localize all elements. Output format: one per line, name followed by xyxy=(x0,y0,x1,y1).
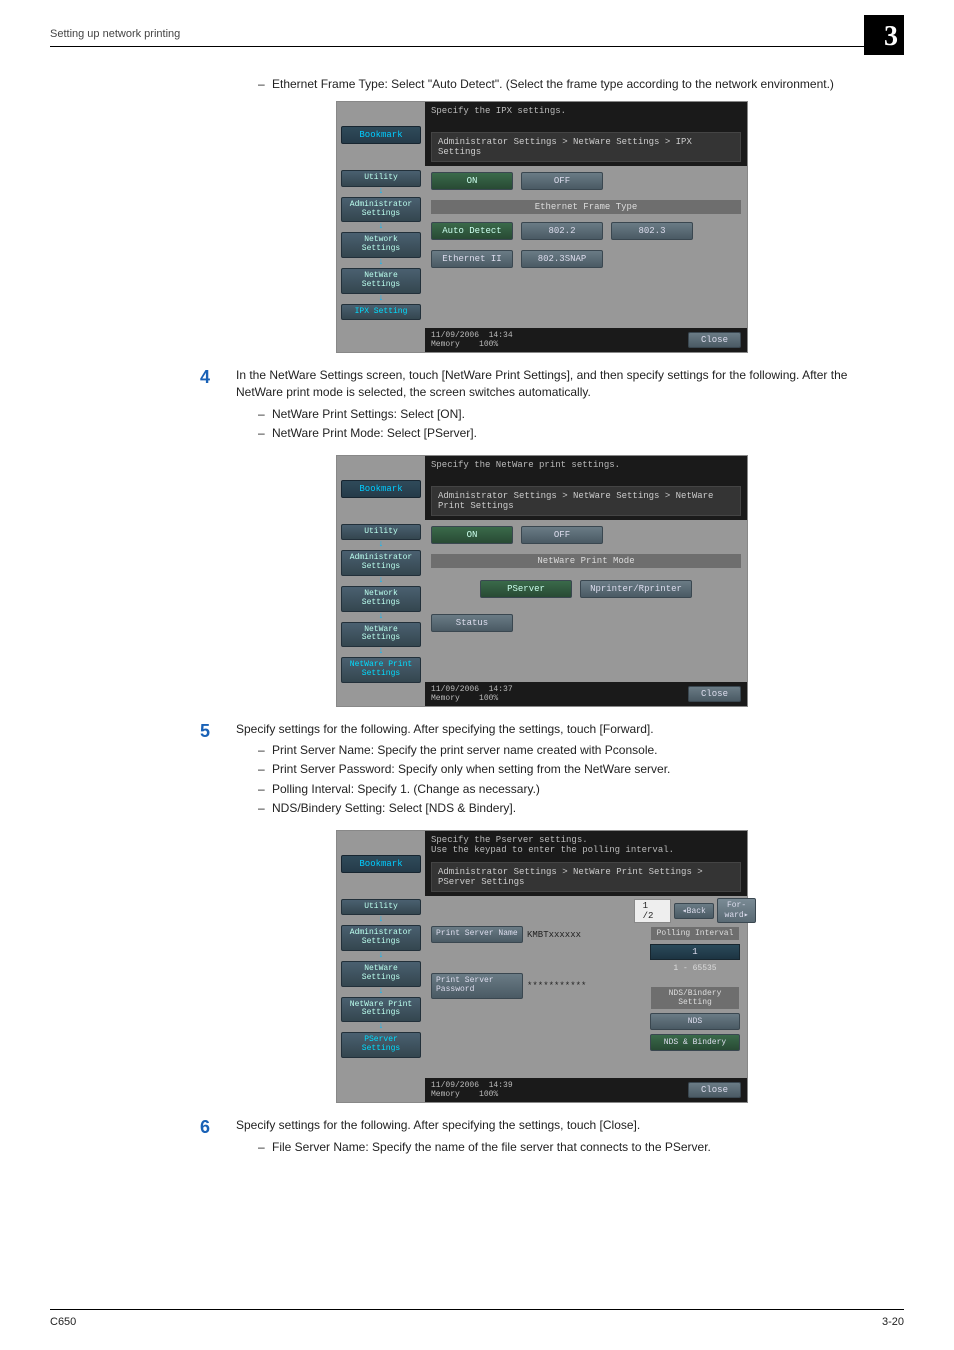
crumb-netware-print-settings[interactable]: NetWare Print Settings xyxy=(341,657,421,683)
crumb-admin-settings[interactable]: Administrator Settings xyxy=(341,197,421,223)
crumb-arrow-icon: ↓ xyxy=(341,576,421,584)
pserver-button[interactable]: PServer xyxy=(480,580,572,598)
crumb-utility[interactable]: Utility xyxy=(341,170,421,187)
footer-info: 11/09/2006 14:39 Memory 100% xyxy=(431,1081,513,1099)
screenshot-ipx-settings: Bookmark Utility ↓ Administrator Setting… xyxy=(336,101,748,353)
bookmark-button[interactable]: Bookmark xyxy=(341,480,421,498)
crumb-arrow-icon: ↓ xyxy=(341,540,421,548)
b8023-button[interactable]: 802.3 xyxy=(611,222,693,240)
crumb-network-settings[interactable]: Network Settings xyxy=(341,232,421,258)
b8022-button[interactable]: 802.2 xyxy=(521,222,603,240)
screenshot-pserver-settings: Bookmark Utility ↓ Administrator Setting… xyxy=(336,830,748,1104)
panel-breadcrumb: Administrator Settings > NetWare Print S… xyxy=(431,862,741,892)
section-header: NetWare Print Mode xyxy=(431,554,741,568)
step-number: 4 xyxy=(200,367,236,389)
footer-info: 11/09/2006 14:34 Memory 100% xyxy=(431,331,513,349)
running-head: Setting up network printing xyxy=(50,28,904,40)
crumb-arrow-icon: ↓ xyxy=(341,1022,421,1030)
polling-interval-value[interactable]: 1 xyxy=(650,944,740,960)
crumb-arrow-icon: ↓ xyxy=(341,258,421,266)
step-number: 6 xyxy=(200,1117,236,1139)
panel-instruction: Specify the NetWare print settings. xyxy=(425,456,747,484)
crumb-arrow-icon: ↓ xyxy=(341,187,421,195)
nds-bindery-header: NDS/Bindery Setting xyxy=(651,987,739,1009)
chapter-number-badge: 3 xyxy=(864,15,904,55)
screenshot-netware-print-settings: Bookmark Utility ↓ Administrator Setting… xyxy=(336,455,748,707)
crumb-netware-settings[interactable]: NetWare Settings xyxy=(341,622,421,648)
auto-detect-button[interactable]: Auto Detect xyxy=(431,222,513,240)
crumb-arrow-icon: ↓ xyxy=(341,951,421,959)
crumb-netware-settings[interactable]: NetWare Settings xyxy=(341,961,421,987)
step6-bullet-1: File Server Name: Specify the name of th… xyxy=(258,1139,884,1156)
print-server-name-value: KMBTxxxxxx xyxy=(527,930,581,940)
crumb-arrow-icon: ↓ xyxy=(341,647,421,655)
crumb-admin-settings[interactable]: Administrator Settings xyxy=(341,925,421,951)
step5-bullet-2: Print Server Password: Specify only when… xyxy=(258,761,884,778)
crumb-arrow-icon: ↓ xyxy=(341,294,421,302)
crumb-arrow-icon: ↓ xyxy=(341,222,421,230)
crumb-network-settings[interactable]: Network Settings xyxy=(341,586,421,612)
panel-breadcrumb: Administrator Settings > NetWare Setting… xyxy=(431,132,741,162)
header-rule xyxy=(50,46,904,47)
crumb-netware-print-settings[interactable]: NetWare Print Settings xyxy=(341,997,421,1023)
close-button[interactable]: Close xyxy=(688,686,741,702)
crumb-utility[interactable]: Utility xyxy=(341,524,421,541)
crumb-admin-settings[interactable]: Administrator Settings xyxy=(341,550,421,576)
ethernet2-button[interactable]: Ethernet II xyxy=(431,250,513,268)
crumb-pserver-settings[interactable]: PServer Settings xyxy=(341,1032,421,1058)
panel-instruction: Specify the Pserver settings.Use the key… xyxy=(425,831,747,861)
back-button[interactable]: ◂Back xyxy=(674,903,714,919)
step-text: In the NetWare Settings screen, touch [N… xyxy=(236,367,884,402)
intro-bullet: Ethernet Frame Type: Select "Auto Detect… xyxy=(258,77,884,91)
polling-interval-range: 1 - 65535 xyxy=(673,964,716,973)
section-header: Ethernet Frame Type xyxy=(431,200,741,214)
crumb-arrow-icon: ↓ xyxy=(341,987,421,995)
polling-interval-header: Polling Interval xyxy=(651,927,739,940)
step4-bullet-1: NetWare Print Settings: Select [ON]. xyxy=(258,406,884,423)
print-server-password-button[interactable]: Print Server Password xyxy=(431,973,523,999)
step-text: Specify settings for the following. Afte… xyxy=(236,1117,884,1134)
on-button[interactable]: ON xyxy=(431,172,513,190)
b8023snap-button[interactable]: 802.3SNAP xyxy=(521,250,603,268)
print-server-name-button[interactable]: Print Server Name xyxy=(431,926,523,943)
crumb-utility[interactable]: Utility xyxy=(341,899,421,916)
close-button[interactable]: Close xyxy=(688,332,741,348)
bookmark-button[interactable]: Bookmark xyxy=(341,855,421,873)
step-text: Specify settings for the following. Afte… xyxy=(236,721,884,738)
crumb-netware-settings[interactable]: NetWare Settings xyxy=(341,268,421,294)
nds-bindery-button[interactable]: NDS & Bindery xyxy=(650,1034,740,1051)
footer-left: C650 xyxy=(50,1316,76,1328)
print-server-password-value: *********** xyxy=(527,981,586,991)
page-count: 1 /2 xyxy=(634,899,671,923)
step5-bullet-4: NDS/Bindery Setting: Select [NDS & Binde… xyxy=(258,800,884,817)
step5-bullet-1: Print Server Name: Specify the print ser… xyxy=(258,742,884,759)
off-button[interactable]: OFF xyxy=(521,526,603,544)
panel-instruction: Specify the IPX settings. xyxy=(425,102,747,130)
crumb-arrow-icon: ↓ xyxy=(341,915,421,923)
crumb-ipx-setting[interactable]: IPX Setting xyxy=(341,304,421,321)
forward-button[interactable]: For- ward▸ xyxy=(717,898,757,923)
footer-info: 11/09/2006 14:37 Memory 100% xyxy=(431,685,513,703)
on-button[interactable]: ON xyxy=(431,526,513,544)
footer-right: 3-20 xyxy=(882,1316,904,1328)
crumb-arrow-icon: ↓ xyxy=(341,612,421,620)
close-button[interactable]: Close xyxy=(688,1082,741,1098)
step-number: 5 xyxy=(200,721,236,743)
nprinter-button[interactable]: Nprinter/Rprinter xyxy=(580,580,692,598)
panel-breadcrumb: Administrator Settings > NetWare Setting… xyxy=(431,486,741,516)
step4-bullet-2: NetWare Print Mode: Select [PServer]. xyxy=(258,425,884,442)
status-button[interactable]: Status xyxy=(431,614,513,632)
off-button[interactable]: OFF xyxy=(521,172,603,190)
nds-button[interactable]: NDS xyxy=(650,1013,740,1030)
bookmark-button[interactable]: Bookmark xyxy=(341,126,421,144)
step5-bullet-3: Polling Interval: Specify 1. (Change as … xyxy=(258,781,884,798)
